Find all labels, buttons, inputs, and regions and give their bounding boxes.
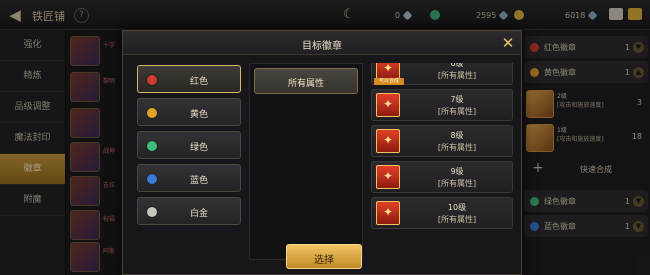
level-option-6[interactable]: 可以合成 6级 [所有属性] (371, 63, 513, 85)
level-option-8[interactable]: 8级 [所有属性] (371, 125, 513, 157)
emblem-icon (376, 129, 400, 153)
level-label: 9级 (450, 167, 464, 176)
level-attr: [所有属性] (437, 107, 477, 116)
target-emblem-dialog: 目标徽章 ✕ 红色 黄色 绿色 蓝色 白金 所有属性 ✦ 可以合成 6级 [所有… (122, 30, 522, 275)
emblem-icon (376, 165, 400, 189)
color-label: 蓝色 (189, 176, 208, 186)
level-attr: [所有属性] (437, 215, 477, 224)
color-list: 红色 黄色 绿色 蓝色 白金 (135, 63, 243, 260)
synthesizable-badge: 可以合成 (374, 78, 404, 85)
color-label: 绿色 (189, 143, 208, 153)
dialog-title: 目标徽章 (302, 41, 342, 52)
color-option-blue[interactable]: 蓝色 (137, 164, 241, 192)
green-gem-icon (146, 140, 158, 152)
dialog-header: 目标徽章 ✕ (123, 31, 521, 55)
color-option-yellow[interactable]: 黄色 (137, 98, 241, 126)
color-label: 红色 (189, 77, 208, 87)
attribute-option-all[interactable]: 所有属性 (254, 68, 358, 94)
level-label: 10级 (447, 203, 467, 212)
select-button[interactable]: 选择 (286, 244, 362, 269)
platinum-gem-icon (146, 206, 158, 218)
emblem-icon (376, 93, 400, 117)
yellow-gem-icon (146, 107, 158, 119)
close-icon[interactable]: ✕ (499, 34, 517, 52)
emblem-icon (376, 201, 400, 225)
color-label: 黄色 (189, 110, 208, 120)
level-label: 6级 (450, 63, 464, 68)
color-label: 白金 (189, 209, 208, 219)
level-label: 8级 (450, 131, 464, 140)
level-option-10[interactable]: 10级 [所有属性] (371, 197, 513, 229)
color-option-green[interactable]: 绿色 (137, 131, 241, 159)
level-option-7[interactable]: 7级 [所有属性] (371, 89, 513, 121)
level-option-9[interactable]: 9级 [所有属性] (371, 161, 513, 193)
attribute-list: 所有属性 (249, 63, 363, 260)
level-label: 7级 (450, 95, 464, 104)
blue-gem-icon (146, 173, 158, 185)
select-label: 选择 (314, 255, 334, 266)
level-attr: [所有属性] (437, 179, 477, 188)
level-attr: [所有属性] (437, 143, 477, 152)
color-option-red[interactable]: 红色 (137, 65, 241, 93)
red-gem-icon (146, 74, 158, 86)
level-list[interactable]: 可以合成 6级 [所有属性] 7级 [所有属性] 8级 [所有属性] 9级 [所… (369, 63, 515, 260)
color-option-platinum[interactable]: 白金 (137, 197, 241, 225)
attribute-label: 所有属性 (287, 79, 324, 89)
level-attr: [所有属性] (437, 71, 477, 80)
